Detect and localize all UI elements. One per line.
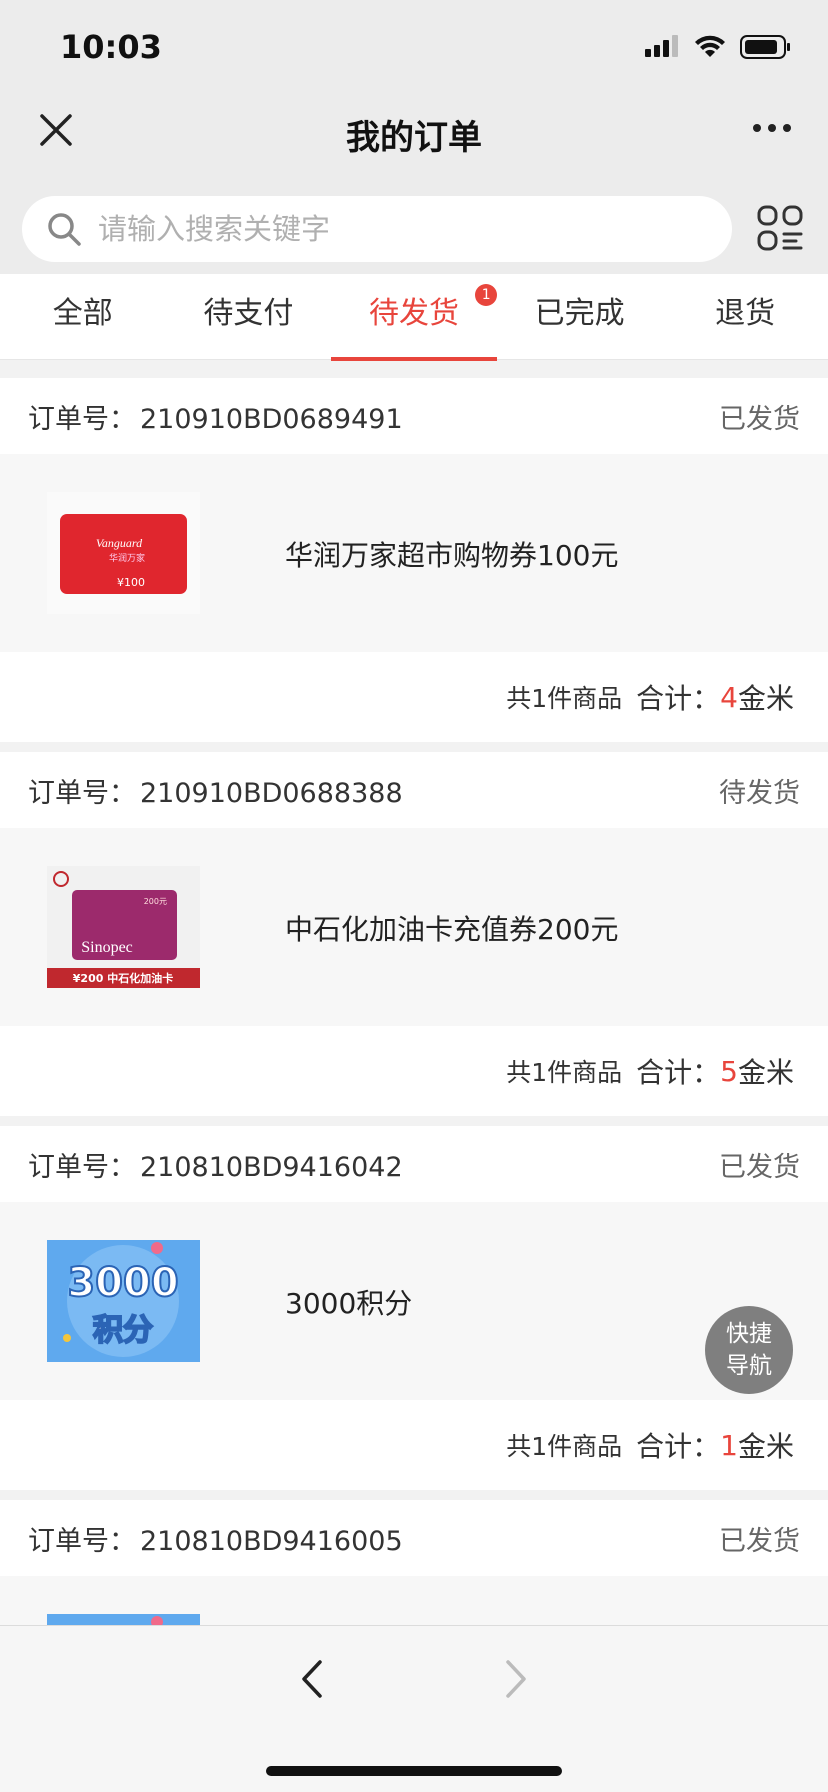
- order-footer: 共1件商品 合计： 5 金米: [0, 1026, 828, 1116]
- order-list: 订单号： 210910BD0689491 已发货 Vanguard 华润万家 ¥1…: [0, 378, 828, 1784]
- search-box[interactable]: [22, 196, 732, 262]
- product-name: 华润万家超市购物券100元: [285, 539, 619, 572]
- signal-icon: [645, 35, 678, 57]
- search-input[interactable]: [98, 196, 698, 262]
- tab-badge: 1: [475, 284, 498, 306]
- battery-icon: [740, 35, 790, 59]
- thumb-points-label: 积分: [93, 1313, 153, 1348]
- order-card[interactable]: 订单号：210810BD9416042 已发货 3000 积分 3000积分: [0, 1126, 828, 1490]
- tab-pending-shipment[interactable]: 待发货 1: [331, 274, 498, 361]
- tab-label: 已完成: [534, 296, 625, 331]
- order-status: 待发货: [719, 777, 800, 809]
- total-label: 合计：: [636, 1056, 721, 1089]
- order-number: 订单号： 210810BD9416042: [28, 1145, 403, 1184]
- total-amount: 4: [720, 680, 738, 714]
- order-header: 订单号： 210810BD9416005 已发货: [0, 1500, 828, 1576]
- tab-pending-payment[interactable]: 待支付: [166, 274, 332, 359]
- order-card[interactable]: 订单号： 210910BD0688388 待发货 200元 Sinopec ¥20…: [0, 752, 828, 1116]
- order-number: 订单号： 210810BD9416005: [28, 1519, 403, 1558]
- order-number-value: 210910BD0689491: [140, 403, 403, 435]
- scan-icon[interactable]: [756, 204, 804, 252]
- order-footer: 共1件商品 合计： 4 金米: [0, 652, 828, 742]
- tab-completed[interactable]: 已完成: [497, 274, 663, 359]
- order-status: 已发货: [719, 403, 800, 435]
- fuel-card-image: 200元 Sinopec ¥200 中石化加油卡: [47, 866, 200, 988]
- points-image: 3000 积分: [47, 1240, 200, 1362]
- order-tabs: 全部 待支付 待发货 1 已完成 退货: [0, 274, 828, 361]
- item-count: 共1件商品: [506, 684, 623, 713]
- order-header: 订单号： 210910BD0689491 已发货: [0, 378, 828, 454]
- thumb-brand: Sinopec: [81, 939, 133, 956]
- total-unit: 金米: [737, 682, 794, 715]
- total-amount: 5: [720, 1054, 738, 1088]
- order-number-value: 210810BD9416005: [140, 1525, 403, 1557]
- product-thumbnail: Vanguard 华润万家 ¥100: [47, 492, 200, 614]
- thumb-value: ¥100: [117, 576, 145, 589]
- order-status: 已发货: [719, 1525, 800, 1557]
- total-unit: 金米: [737, 1430, 794, 1463]
- item-count: 共1件商品: [506, 1058, 623, 1087]
- total-label: 合计：: [636, 682, 721, 715]
- tab-label: 退货: [715, 296, 776, 331]
- app-root: 10:03 我的订单 请输入搜索关键字 全部 待支付 待发货 1 已完成 退货 …: [0, 0, 828, 1792]
- product-name: 中石化加油卡充值券200元: [285, 913, 619, 946]
- quick-nav-button[interactable]: 快捷 导航: [705, 1306, 793, 1394]
- product-name: 3000积分: [285, 1287, 413, 1320]
- order-number-label: 订单号：: [28, 403, 136, 435]
- order-header: 订单号： 210910BD0688388 待发货: [0, 752, 828, 828]
- page-title: 我的订单: [346, 118, 482, 158]
- tab-label: 待发货: [368, 296, 459, 331]
- tab-all[interactable]: 全部: [0, 274, 166, 359]
- order-status: 已发货: [719, 1151, 800, 1183]
- more-icon[interactable]: [752, 122, 792, 134]
- item-count: 共1件商品: [506, 1432, 623, 1461]
- order-number-value: 210910BD0688388: [140, 777, 403, 809]
- search-section: [0, 176, 828, 274]
- order-header: 订单号： 210810BD9416042 已发货: [0, 1126, 828, 1202]
- thumb-brand: Vanguard: [96, 536, 143, 550]
- home-indicator[interactable]: [266, 1766, 562, 1776]
- supermarket-card-image: Vanguard 华润万家 ¥100: [47, 492, 200, 614]
- order-number: 订单号： 210910BD0689491: [28, 397, 403, 436]
- order-number: 订单号： 210910BD0688388: [28, 771, 403, 810]
- thumb-denomination: 200元: [144, 897, 167, 906]
- bottom-toolbar: [0, 1625, 828, 1792]
- order-item[interactable]: 3000 积分 3000积分: [0, 1202, 828, 1400]
- order-number-value: 210810BD9416042: [140, 1151, 403, 1183]
- thumb-brand-cn: 华润万家: [109, 552, 145, 564]
- status-icons: [644, 34, 792, 60]
- total-unit: 金米: [737, 1056, 794, 1089]
- product-thumbnail: 3000 积分: [47, 1240, 200, 1362]
- order-number-label: 订单号：: [28, 1525, 136, 1557]
- product-thumbnail: 200元 Sinopec ¥200 中石化加油卡: [47, 866, 200, 988]
- order-item[interactable]: 200元 Sinopec ¥200 中石化加油卡 中石化加油卡充值券200元: [0, 828, 828, 1026]
- thumb-caption: ¥200 中石化加油卡: [73, 971, 173, 985]
- quick-nav-line2: 导航: [726, 1353, 772, 1379]
- quick-nav-line1: 快捷: [726, 1321, 772, 1347]
- tab-label: 全部: [52, 296, 113, 331]
- search-icon: [48, 213, 81, 246]
- order-number-label: 订单号：: [28, 777, 136, 809]
- back-arrow-icon[interactable]: [296, 1656, 328, 1702]
- thumb-points: 3000: [67, 1260, 178, 1306]
- nav-bar: 我的订单: [0, 96, 828, 176]
- order-footer: 共1件商品 合计： 1 金米: [0, 1400, 828, 1490]
- tab-returns[interactable]: 退货: [662, 274, 828, 359]
- status-time: 10:03: [60, 28, 162, 66]
- order-card[interactable]: 订单号： 210910BD0689491 已发货 Vanguard 华润万家 ¥1…: [0, 378, 828, 742]
- status-bar: 10:03: [0, 0, 828, 96]
- forward-arrow-icon[interactable]: [500, 1656, 532, 1702]
- tab-label: 待支付: [203, 296, 294, 331]
- total-label: 合计：: [636, 1430, 721, 1463]
- order-item[interactable]: Vanguard 华润万家 ¥100 华润万家超市购物券100元: [0, 454, 828, 652]
- total-amount: 1: [720, 1428, 738, 1462]
- wifi-icon: [695, 35, 725, 57]
- order-number-label: 订单号：: [28, 1151, 136, 1183]
